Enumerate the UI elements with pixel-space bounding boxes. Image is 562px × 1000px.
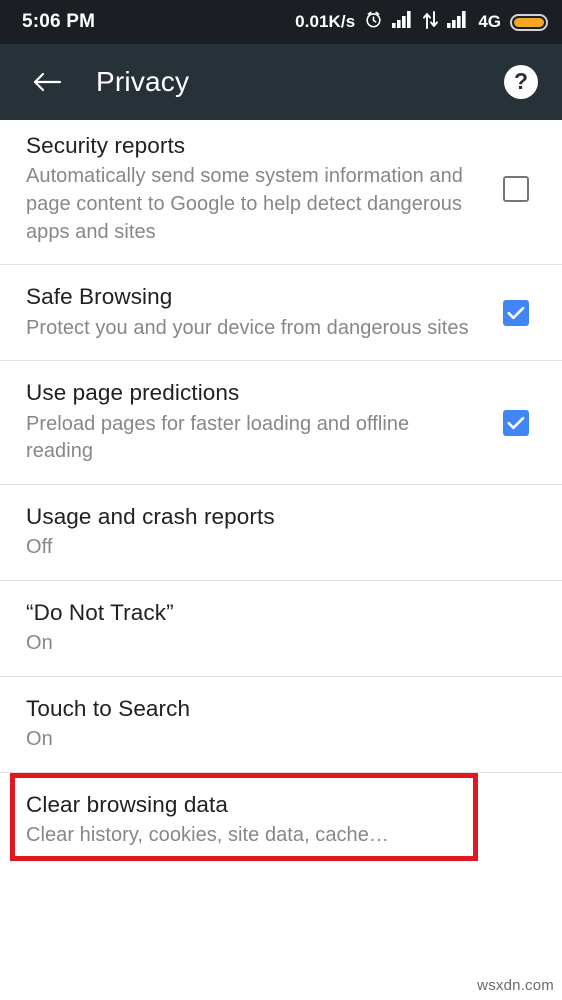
data-transfer-icon <box>423 10 439 34</box>
checkbox-security-reports[interactable] <box>496 176 536 203</box>
status-bar-clock: 5:06 PM <box>22 11 96 32</box>
help-question-icon[interactable]: ? <box>504 65 538 99</box>
back-arrow-icon[interactable] <box>30 65 64 99</box>
setting-row-safe-browsing[interactable]: Safe Browsing Protect you and your devic… <box>0 265 562 361</box>
setting-title: Use page predictions <box>26 380 240 406</box>
privacy-settings-list: Security reports Automatically send some… <box>0 120 562 868</box>
page-title: Privacy <box>96 66 190 97</box>
network-type-label: 4G <box>478 12 501 31</box>
setting-text-block: Clear browsing data Clear history, cooki… <box>26 791 536 850</box>
checkbox-checked-icon <box>503 299 529 326</box>
checkbox-unchecked-icon <box>503 176 529 203</box>
network-speed-label: 0.01K/s <box>295 12 356 31</box>
setting-title: “Do Not Track” <box>26 599 174 625</box>
setting-text-block: Usage and crash reports Off <box>26 503 536 562</box>
setting-subtitle: Clear history, cookies, site data, cache… <box>26 824 389 847</box>
setting-subtitle: Protect you and your device from dangero… <box>26 316 469 339</box>
setting-text-block: Touch to Search On <box>26 695 536 754</box>
setting-row-page-predictions[interactable]: Use page predictions Preload pages for f… <box>0 361 562 484</box>
setting-title: Safe Browsing <box>26 284 173 310</box>
setting-title: Security reports <box>26 133 186 158</box>
checkbox-checked-icon <box>503 409 529 436</box>
setting-title: Clear browsing data <box>26 791 229 817</box>
setting-subtitle: Automatically send some system informati… <box>26 165 463 243</box>
setting-text-block: Use page predictions Preload pages for f… <box>26 379 496 466</box>
setting-row-security-reports[interactable]: Security reports Automatically send some… <box>0 120 562 265</box>
clear-browsing-data-wrapper: Clear browsing data Clear history, cooki… <box>0 772 562 868</box>
setting-title: Usage and crash reports <box>26 503 275 529</box>
setting-text-block: “Do Not Track” On <box>26 599 536 658</box>
setting-row-clear-browsing-data[interactable]: Clear browsing data Clear history, cooki… <box>0 772 562 868</box>
help-glyph: ? <box>513 68 529 94</box>
phone-screen: 5:06 PM 0.01K/s 4G Privacy ? Security re… <box>0 0 562 1000</box>
setting-subtitle: On <box>26 632 53 655</box>
setting-subtitle: Preload pages for faster loading and off… <box>26 412 410 463</box>
checkbox-safe-browsing[interactable] <box>496 299 536 326</box>
setting-subtitle: Off <box>26 536 53 559</box>
status-bar: 5:06 PM 0.01K/s 4G <box>0 0 562 44</box>
setting-row-do-not-track[interactable]: “Do Not Track” On <box>0 580 562 676</box>
status-bar-icons: 0.01K/s 4G <box>295 10 548 34</box>
signal-bars-icon <box>392 11 414 33</box>
alarm-clock-icon <box>364 10 383 34</box>
battery-icon <box>510 13 548 31</box>
setting-title: Touch to Search <box>26 695 191 721</box>
setting-text-block: Safe Browsing Protect you and your devic… <box>26 283 496 342</box>
setting-text-block: Security reports Automatically send some… <box>26 132 496 246</box>
signal-bars-icon-2 <box>447 11 469 33</box>
watermark-label: wsxdn.com <box>477 977 554 994</box>
setting-row-usage-crash-reports[interactable]: Usage and crash reports Off <box>0 484 562 580</box>
battery-fill <box>514 17 544 27</box>
app-toolbar: Privacy ? <box>0 44 562 120</box>
setting-row-touch-to-search[interactable]: Touch to Search On <box>0 676 562 772</box>
setting-subtitle: On <box>26 728 53 751</box>
checkbox-page-predictions[interactable] <box>496 409 536 436</box>
